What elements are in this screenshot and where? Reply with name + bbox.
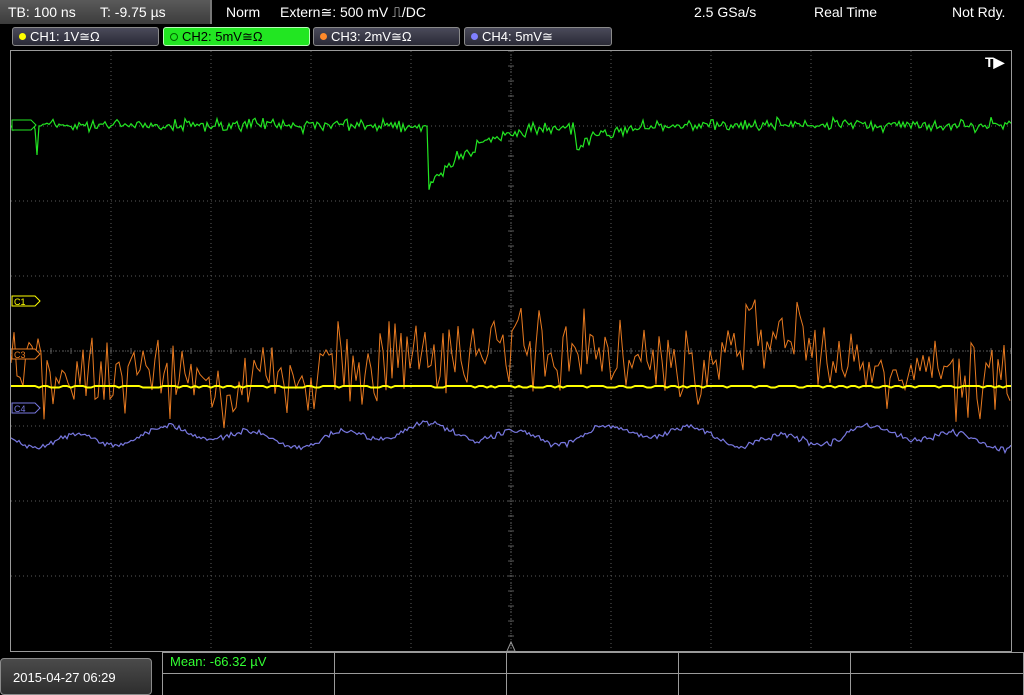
datetime-box[interactable]: 2015-04-27 06:29 (0, 658, 152, 695)
datetime-label: 2015-04-27 06:29 (13, 670, 116, 685)
channel-tab-ch1[interactable]: CH1: 1V≅Ω (12, 27, 159, 46)
trigger-position-marker[interactable]: T▶ (985, 54, 1006, 70)
mean-measurement[interactable]: Mean: -66.32 µV (170, 654, 266, 669)
c1-marker-label: C1 (14, 297, 26, 307)
c3-ground-marker[interactable]: C3 (11, 348, 41, 360)
ch4-color-dot (471, 33, 478, 41)
waveform-canvas: C1 C3 C4 T▶ (11, 51, 1011, 651)
timebase-box[interactable]: TB: 100 ns T: -9.75 µs (0, 0, 212, 24)
channel-tab-ch3[interactable]: CH3: 2mV≅Ω (313, 27, 460, 46)
ch4-label: CH4: 5mV≅ (482, 29, 553, 44)
trigger-source[interactable]: Extern≅: 500 mV ⎍/DC (280, 4, 426, 21)
c1-ground-marker[interactable]: C1 (11, 295, 41, 307)
c3-marker-label: C3 (14, 350, 26, 360)
ch3-label: CH3: 2mV≅Ω (331, 29, 412, 44)
timebase-label: TB: 100 ns (8, 4, 76, 20)
waveform-display[interactable]: C1 C3 C4 T▶ (10, 50, 1012, 652)
ch2-label: CH2: 5mV≅Ω (182, 29, 263, 44)
channel-tabs: CH1: 1V≅Ω CH2: 5mV≅Ω CH3: 2mV≅Ω CH4: 5mV… (0, 26, 1024, 48)
c4-marker-label: C4 (14, 404, 26, 414)
trigger-mode[interactable]: Norm (226, 4, 260, 20)
trigger-time-label: T: -9.75 µs (100, 4, 166, 20)
ch1-color-dot (19, 33, 26, 41)
measurement-grid (162, 652, 1024, 695)
ch1-label: CH1: 1V≅Ω (30, 29, 100, 44)
sample-rate: 2.5 GSa/s (694, 4, 757, 20)
channel-tab-ch2[interactable]: CH2: 5mV≅Ω (163, 27, 310, 46)
c4-ground-marker[interactable]: C4 (11, 402, 41, 414)
measurement-bar: Mean: -66.32 µV (162, 652, 1024, 695)
ready-status: Not Rdy. (952, 4, 1006, 20)
ch3-color-dot (320, 33, 327, 41)
ch2-ground-marker[interactable] (11, 119, 37, 131)
ch2-color-dot (170, 32, 178, 41)
channel-tab-ch4[interactable]: CH4: 5mV≅ (464, 27, 612, 46)
acquisition-mode: Real Time (814, 4, 878, 20)
status-bar: TB: 100 ns T: -9.75 µs Norm Extern≅: 500… (0, 0, 1024, 24)
